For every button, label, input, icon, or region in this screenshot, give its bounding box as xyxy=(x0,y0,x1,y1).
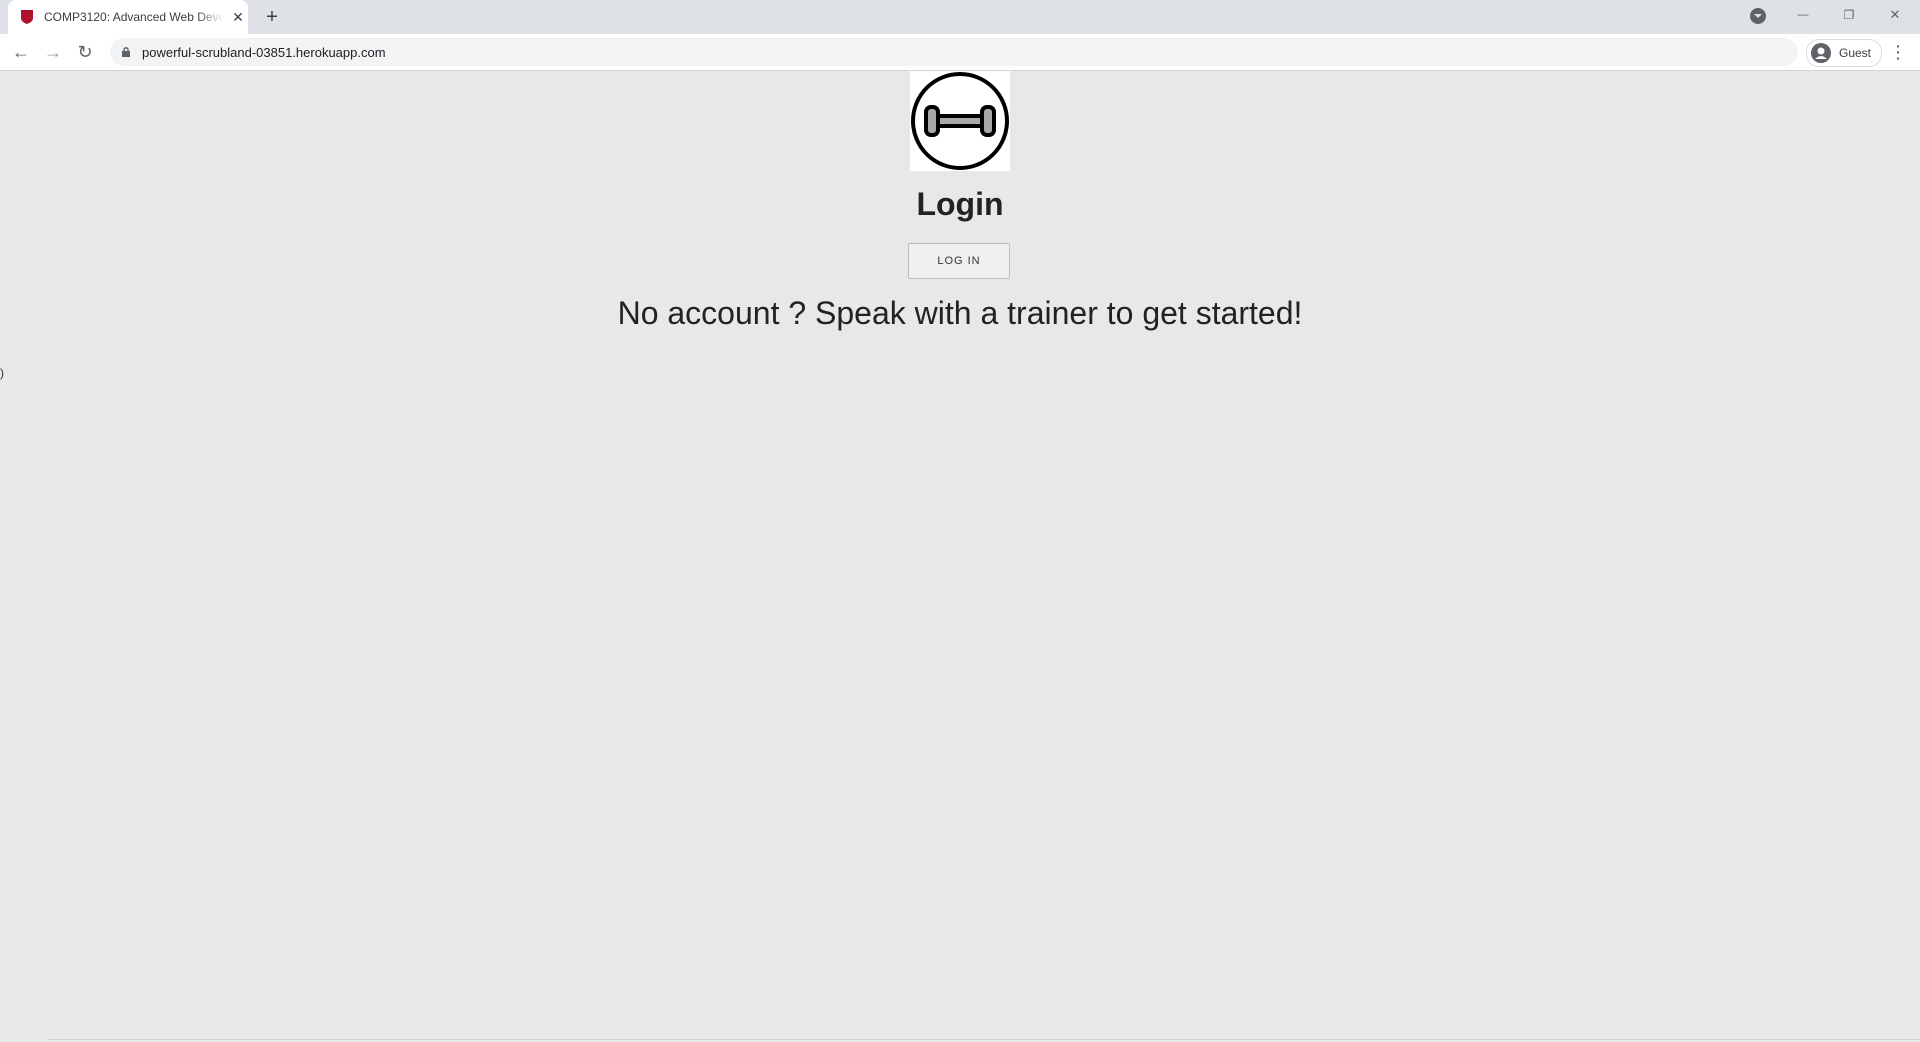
stray-text: ) xyxy=(0,366,4,380)
lock-icon xyxy=(122,47,130,57)
guest-avatar-icon xyxy=(1811,43,1831,63)
window-close-icon: ✕ xyxy=(1889,7,1901,22)
minimize-button[interactable]: — xyxy=(1780,0,1826,30)
back-button[interactable]: ← xyxy=(9,40,33,64)
logo xyxy=(910,71,1010,171)
bottom-divider xyxy=(48,1039,1920,1040)
shield-favicon-icon xyxy=(21,10,33,24)
address-bar[interactable]: powerful-scrubland-03851.herokuapp.com xyxy=(110,38,1798,66)
forward-arrow-icon: → xyxy=(44,42,62,62)
back-arrow-icon: ← xyxy=(12,42,30,62)
page-content: Login LOG IN No account ? Speak with a t… xyxy=(0,71,1920,1042)
new-tab-button[interactable]: + xyxy=(260,5,284,29)
window-close-button[interactable]: ✕ xyxy=(1872,0,1918,30)
restore-icon: ❐ xyxy=(1843,8,1855,22)
reload-icon: ↻ xyxy=(77,42,93,62)
reload-button[interactable]: ↻ xyxy=(73,40,97,64)
browser-tab[interactable]: COMP3120: Advanced Web Deve ✕ xyxy=(8,0,248,34)
login-button[interactable]: LOG IN xyxy=(908,243,1010,279)
browser-toolbar: ← → ↻ powerful-scrubland-03851.herokuapp… xyxy=(0,34,1920,71)
no-account-message: No account ? Speak with a trainer to get… xyxy=(617,295,1303,331)
tab-title: COMP3120: Advanced Web Deve xyxy=(44,10,224,24)
page-title: Login xyxy=(916,186,1004,222)
tab-close-icon[interactable]: ✕ xyxy=(230,9,246,25)
tab-search-icon[interactable] xyxy=(1750,8,1766,24)
url-text: powerful-scrubland-03851.herokuapp.com xyxy=(142,45,386,60)
restore-button[interactable]: ❐ xyxy=(1826,0,1872,30)
browser-menu-icon[interactable]: ⋮ xyxy=(1888,42,1908,62)
profile-button[interactable]: Guest xyxy=(1806,39,1882,67)
minimize-icon: — xyxy=(1797,9,1809,21)
dumbbell-icon xyxy=(911,72,1009,170)
browser-titlebar: COMP3120: Advanced Web Deve ✕ + — ❐ ✕ xyxy=(0,0,1920,34)
forward-button[interactable]: → xyxy=(41,40,65,64)
profile-label: Guest xyxy=(1839,46,1872,60)
